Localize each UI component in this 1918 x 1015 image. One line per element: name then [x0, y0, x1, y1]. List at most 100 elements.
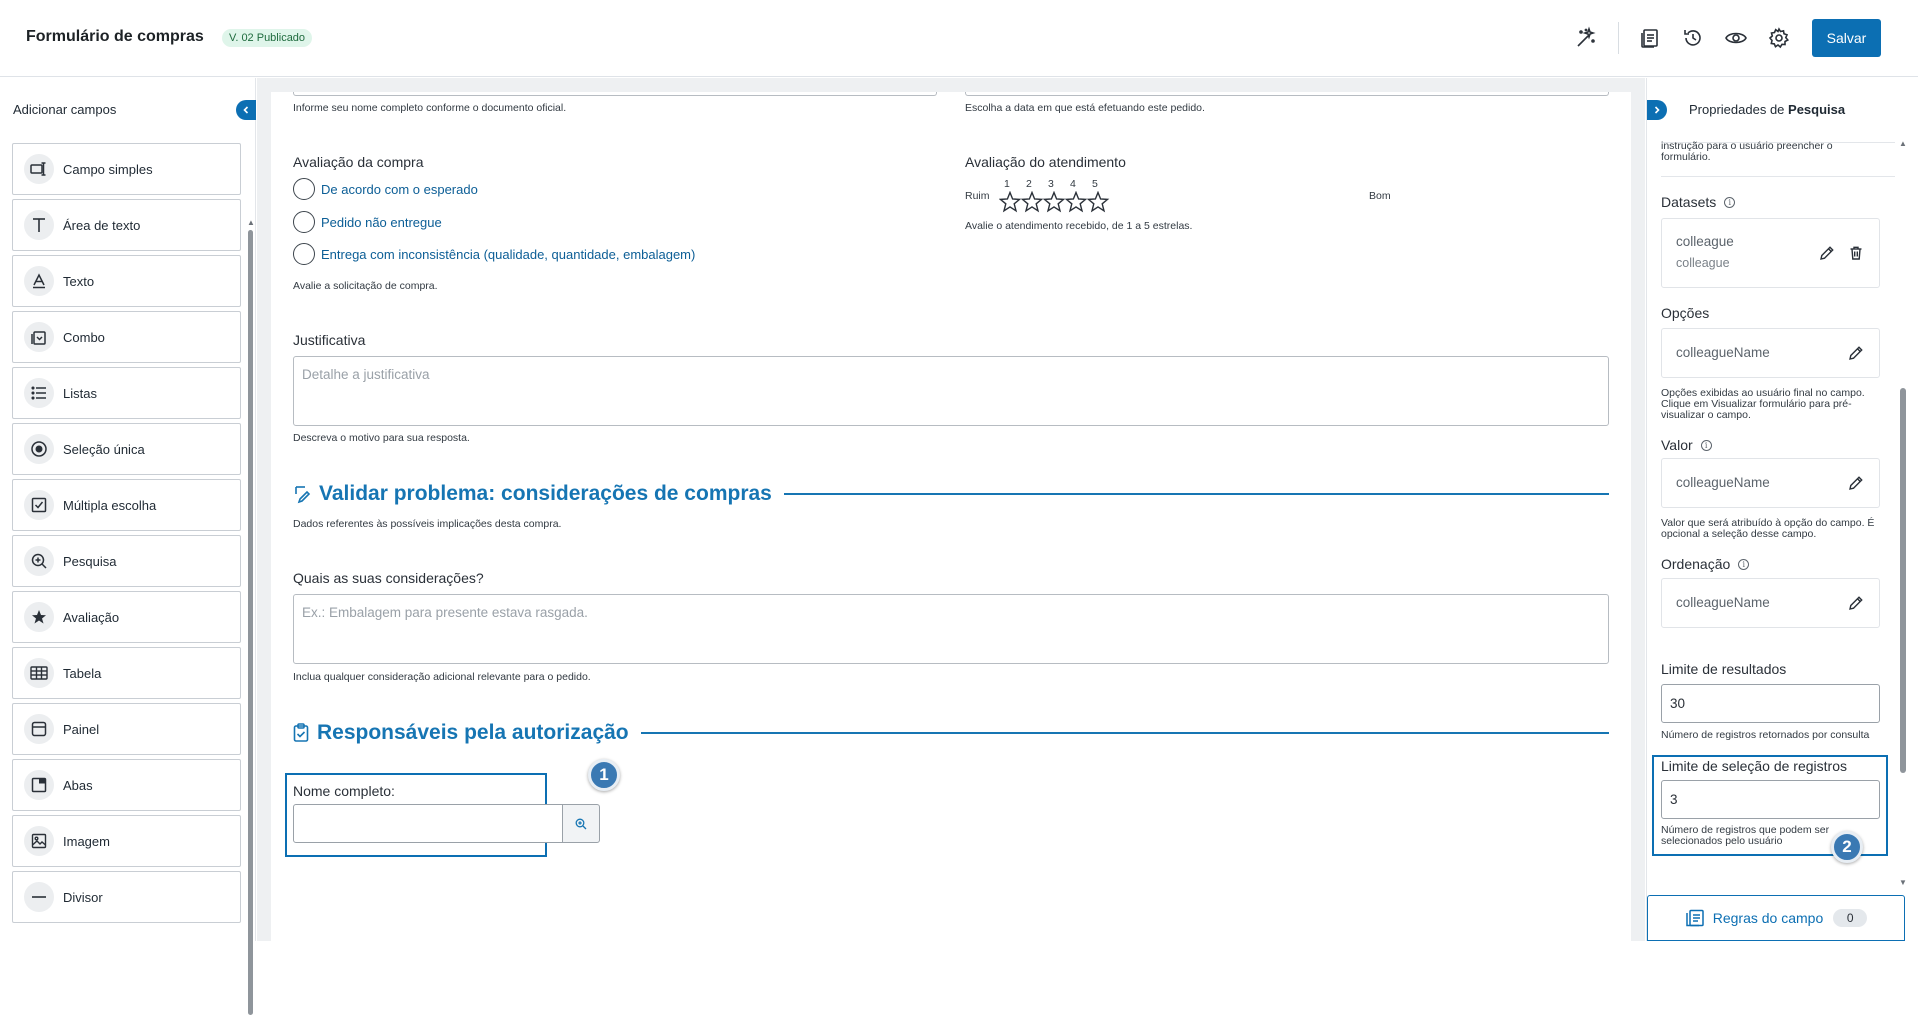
- result-limit-input[interactable]: 30: [1661, 684, 1880, 723]
- field-item-label: Listas: [63, 385, 97, 401]
- selection-limit-input[interactable]: 3: [1661, 780, 1880, 819]
- selected-search-field[interactable]: Nome completo:: [285, 773, 600, 857]
- field-item-painel[interactable]: Painel: [12, 703, 241, 755]
- field-item-texto[interactable]: Texto: [12, 255, 241, 307]
- ordering-label: Ordenação i: [1661, 556, 1750, 572]
- section-divider-line: [783, 493, 1609, 495]
- clipboard-check-icon: [293, 723, 309, 742]
- properties-title-type: Pesquisa: [1788, 102, 1846, 117]
- collapse-left-panel-button[interactable]: [236, 100, 256, 120]
- pencil-icon[interactable]: [1846, 473, 1866, 493]
- collapse-right-panel-button[interactable]: [1647, 100, 1667, 120]
- section-divider-line: [640, 732, 1609, 734]
- document-list-icon[interactable]: [1637, 25, 1663, 51]
- chevron-left-icon: [243, 106, 249, 114]
- pencil-icon[interactable]: [1846, 343, 1866, 363]
- field-item-area-de-texto[interactable]: Área de texto: [12, 199, 241, 251]
- radio-option[interactable]: De acordo com o esperado: [293, 178, 478, 200]
- field-item-combo[interactable]: Combo: [12, 311, 241, 363]
- field-item-divisor[interactable]: Divisor: [12, 871, 241, 923]
- full-name-input[interactable]: [293, 804, 563, 843]
- value-help: Valor que será atribuído à opção do camp…: [1661, 517, 1875, 540]
- form-sheet: Informe seu nome completo conforme o doc…: [271, 92, 1631, 941]
- section-validate-problem: Validar problema: considerações de compr…: [293, 482, 1609, 506]
- radio-option[interactable]: Pedido não entregue: [293, 211, 442, 233]
- history-icon[interactable]: [1680, 25, 1706, 51]
- field-item-label: Pesquisa: [63, 553, 117, 569]
- rating-scale-1: 1: [1004, 178, 1010, 190]
- value-value: colleagueName: [1676, 475, 1770, 490]
- pencil-icon[interactable]: [1817, 243, 1837, 263]
- radio-button[interactable]: [293, 211, 315, 233]
- radio-button[interactable]: [293, 243, 315, 265]
- field-item-label: Imagem: [63, 833, 110, 849]
- section-subtitle: Dados referentes às possíveis implicaçõe…: [293, 518, 562, 530]
- rating-scale-5: 5: [1092, 178, 1098, 190]
- radio-option-label: Entrega com inconsistência (qualidade, q…: [321, 246, 696, 262]
- info-icon[interactable]: i: [1738, 558, 1750, 570]
- field-item-label: Múltipla escolha: [63, 497, 157, 513]
- justification-textarea[interactable]: Detalhe a justificativa: [293, 356, 1609, 426]
- section-title-text: Responsáveis pela autorização: [317, 721, 629, 744]
- considerations-textarea[interactable]: Ex.: Embalagem para presente estava rasg…: [293, 594, 1609, 664]
- scroll-up-arrow[interactable]: ▲: [1899, 139, 1907, 148]
- panel-icon: [24, 714, 54, 744]
- radio-option[interactable]: Entrega com inconsistência (qualidade, q…: [293, 243, 695, 265]
- selection-limit-help: Número de registros que podem ser seleci…: [1661, 824, 1830, 847]
- ordering-value: colleagueName: [1676, 595, 1770, 610]
- field-item-label: Abas: [63, 777, 93, 793]
- field-item-avaliacao[interactable]: Avaliação: [12, 591, 241, 643]
- scroll-up-arrow[interactable]: ▲: [247, 218, 255, 227]
- pencil-icon[interactable]: [1846, 593, 1866, 613]
- rating-low-label: Ruim: [965, 190, 990, 202]
- options-help: Opções exibidas ao usuário final no camp…: [1661, 387, 1865, 421]
- checkbox-icon: [24, 490, 54, 520]
- field-item-listas[interactable]: Listas: [12, 367, 241, 419]
- date-input-partial[interactable]: [965, 92, 1609, 96]
- field-item-pesquisa[interactable]: Pesquisa: [12, 535, 241, 587]
- instruction-tail-text: instrução para o usuário preencher o for…: [1661, 141, 1833, 161]
- field-item-label: Painel: [63, 721, 100, 737]
- field-item-multipla-escolha[interactable]: Múltipla escolha: [12, 479, 241, 531]
- section-title-text: Validar problema: considerações de compr…: [319, 482, 772, 505]
- save-button[interactable]: Salvar: [1812, 19, 1881, 57]
- info-icon[interactable]: i: [1700, 439, 1712, 451]
- date-help-text: Escolha a data em que está efetuando est…: [965, 102, 1205, 114]
- service-rating-help: Avalie o atendimento recebido, de 1 a 5 …: [965, 220, 1193, 232]
- star-outline-icon: [999, 191, 1022, 213]
- tabs-icon: [24, 770, 54, 800]
- value-label-text: Valor: [1661, 437, 1693, 453]
- trash-icon[interactable]: [1846, 243, 1866, 263]
- magic-sparkle-icon[interactable]: [1573, 25, 1599, 51]
- dataset-card: colleague colleague: [1661, 218, 1880, 288]
- single-field-icon: [24, 154, 54, 184]
- rating-high-label: Bom: [1369, 190, 1391, 202]
- top-bar: Formulário de compras V. 02 Publicado Sa…: [0, 0, 1918, 77]
- field-item-imagem[interactable]: Imagem: [12, 815, 241, 867]
- name-help-text: Informe seu nome completo conforme o doc…: [293, 102, 567, 114]
- form-canvas: Informe seu nome completo conforme o doc…: [257, 78, 1645, 941]
- search-button[interactable]: [562, 804, 600, 843]
- eye-icon[interactable]: [1723, 25, 1749, 51]
- radio-button[interactable]: [293, 178, 315, 200]
- right-panel-scrollbar[interactable]: [1900, 388, 1906, 773]
- form-title: Formulário de compras: [26, 28, 204, 45]
- field-rules-button[interactable]: Regras do campo 0: [1647, 895, 1905, 941]
- name-input-partial[interactable]: [293, 92, 937, 96]
- text-area-icon: [24, 210, 54, 240]
- combo-icon: [24, 322, 54, 352]
- gear-icon[interactable]: [1766, 25, 1792, 51]
- star-outline-icon: [1086, 191, 1110, 213]
- search-zoom-icon: [24, 546, 54, 576]
- value-card: colleagueName: [1661, 458, 1880, 508]
- version-badge: V. 02 Publicado: [222, 29, 313, 47]
- ordering-label-text: Ordenação: [1661, 556, 1731, 572]
- left-panel-scrollbar[interactable]: [248, 230, 253, 1015]
- field-item-tabela[interactable]: Tabela: [12, 647, 241, 699]
- field-item-campo-simples[interactable]: Campo simples: [12, 143, 241, 195]
- info-icon[interactable]: i: [1724, 196, 1736, 208]
- scroll-down-arrow[interactable]: ▼: [1899, 878, 1907, 887]
- field-item-selecao-unica[interactable]: Seleção única: [12, 423, 241, 475]
- rating-stars[interactable]: [999, 191, 1111, 213]
- field-item-abas[interactable]: Abas: [12, 759, 241, 811]
